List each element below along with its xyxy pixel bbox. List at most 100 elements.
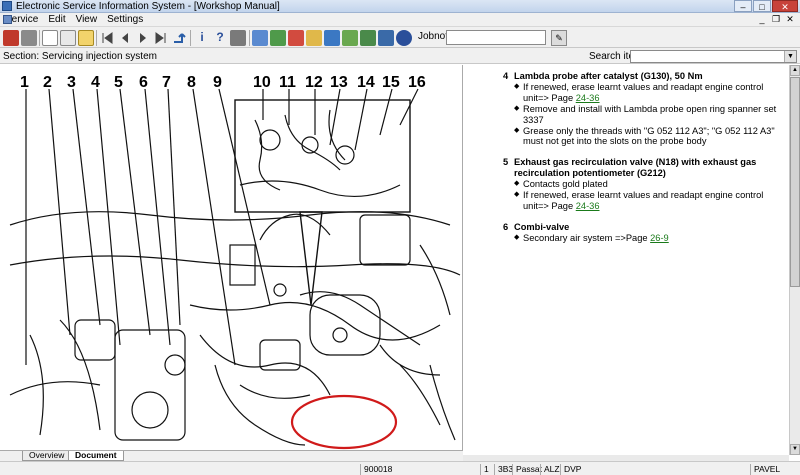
- settings-icon[interactable]: [230, 30, 246, 46]
- page-link[interactable]: 26-9: [650, 233, 669, 243]
- scroll-up-icon[interactable]: ▲: [790, 65, 800, 76]
- tab-overview[interactable]: Overview: [22, 451, 72, 461]
- last-page-icon[interactable]: [153, 30, 169, 46]
- section-title: Section: Servicing injection system: [3, 51, 157, 62]
- doc-minimize-button[interactable]: _: [756, 14, 768, 25]
- callout-2: 2: [43, 74, 52, 91]
- bullet-diamond-icon: ◆: [514, 180, 520, 188]
- item-title: Lambda probe after catalyst (G130), 50 N…: [514, 71, 703, 81]
- document-item: 6 Combi-valve ◆ Secondary air system =>Page…: [503, 222, 783, 244]
- status-engine: ALZ: [540, 464, 560, 475]
- callout-12: 12: [305, 74, 323, 91]
- next-page-icon[interactable]: [135, 30, 151, 46]
- status-model: Passat: [512, 464, 542, 475]
- jobnote-edit-icon[interactable]: ✎: [551, 30, 567, 46]
- callout-5: 5: [114, 74, 123, 91]
- previous-page-icon[interactable]: [117, 30, 133, 46]
- bullet-text-content: Grease only the threads with "G 052 112 …: [523, 125, 775, 147]
- bullet-text-content: Remove and install with Lambda probe ope…: [523, 103, 777, 125]
- scroll-down-icon[interactable]: ▼: [790, 444, 800, 455]
- scroll-thumb[interactable]: [790, 77, 800, 287]
- bullet-text-content: If renewed, erase learnt values and read…: [523, 190, 764, 211]
- bodywork-icon[interactable]: [342, 30, 358, 46]
- diagnosis-icon[interactable]: [288, 30, 304, 46]
- doc-close-button[interactable]: ✕: [784, 14, 796, 25]
- callout-1: 1: [20, 74, 29, 91]
- minimize-button[interactable]: –: [734, 0, 752, 12]
- bullet-diamond-icon: ◆: [514, 233, 520, 241]
- status-cell-1: 1: [480, 464, 494, 475]
- fluids-icon[interactable]: [324, 30, 340, 46]
- first-page-icon[interactable]: [99, 30, 115, 46]
- bullet-diamond-icon: ◆: [514, 104, 520, 112]
- window-titlebar: Electronic Service Information System - …: [0, 0, 800, 13]
- callout-13: 13: [330, 74, 348, 91]
- document-panel: 4 Lambda probe after catalyst (G130), 50 …: [463, 65, 789, 450]
- status-gearbox: DVP: [560, 464, 750, 475]
- item-number: 5: [503, 157, 509, 168]
- status-cell-2: 3B3: [494, 464, 513, 475]
- callout-9: 9: [213, 74, 222, 91]
- chevron-down-icon[interactable]: ▼: [784, 51, 796, 62]
- exit-icon[interactable]: [3, 30, 19, 46]
- bullet-row: ◆ Grease only the threads with "G 052 112…: [514, 126, 783, 148]
- jobnote-field[interactable]: [446, 30, 546, 45]
- bullet-text: Grease only the threads with "G 052 112 …: [523, 126, 783, 148]
- maintenance-icon[interactable]: [360, 30, 376, 46]
- menu-settings[interactable]: Settings: [102, 13, 148, 26]
- bullet-diamond-icon: ◆: [514, 126, 520, 134]
- status-code: 900018: [360, 464, 480, 475]
- callout-14: 14: [357, 74, 375, 91]
- close-button[interactable]: ✕: [772, 0, 798, 12]
- status-user: PAVEL: [750, 464, 800, 475]
- doc-restore-button[interactable]: ❐: [770, 14, 782, 25]
- bullet-text: Contacts gold plated: [523, 179, 608, 190]
- search-item-select[interactable]: ▼: [630, 50, 797, 63]
- back-icon[interactable]: [171, 30, 187, 46]
- vertical-scrollbar[interactable]: ▲ ▼: [789, 65, 800, 455]
- info-icon[interactable]: i: [194, 30, 210, 46]
- app-icon: [2, 1, 12, 11]
- bullet-text-content: Contacts gold plated: [523, 179, 608, 190]
- repair-icon[interactable]: [270, 30, 286, 46]
- callout-15: 15: [382, 74, 400, 91]
- wiring-icon[interactable]: [306, 30, 322, 46]
- bullet-text: Remove and install with Lambda probe ope…: [523, 104, 783, 126]
- menu-edit[interactable]: Edit: [43, 13, 70, 26]
- menu-view[interactable]: View: [71, 13, 103, 26]
- bullet-row: ◆ Contacts gold plated: [514, 179, 783, 190]
- document-item: 5 Exhaust gas recirculation valve (N18) w…: [503, 157, 783, 212]
- folder-icon[interactable]: [78, 30, 94, 46]
- callout-16: 16: [408, 74, 426, 91]
- bullet-diamond-icon: ◆: [514, 191, 520, 199]
- engine-diagram: 1 2 3 4 5 6 7 8 9 10 11 12 13 14 15 16: [9, 74, 461, 450]
- page-link[interactable]: 24-36: [576, 201, 600, 211]
- tools-icon[interactable]: [252, 30, 268, 46]
- page-link[interactable]: 24-36: [576, 93, 600, 103]
- bullet-text-content: Secondary air system =>Page: [523, 232, 651, 243]
- globe-icon[interactable]: [396, 30, 412, 46]
- new-document-icon[interactable]: [42, 30, 58, 46]
- callout-3: 3: [67, 74, 76, 91]
- item-title: Combi-valve: [514, 221, 570, 232]
- toolbar: i ? Jobnote: ✎: [0, 26, 800, 48]
- document-item: 4 Lambda probe after catalyst (G130), 50 …: [503, 71, 783, 147]
- callout-6: 6: [139, 74, 148, 91]
- bullet-row: ◆ Remove and install with Lambda probe op…: [514, 104, 783, 126]
- bullet-text: If renewed, erase learnt values and read…: [523, 82, 783, 104]
- bullet-row: ◆ If renewed, erase learnt values and rea…: [514, 82, 783, 104]
- item-title: Exhaust gas recirculation valve (N18) wi…: [514, 157, 757, 179]
- document-item-heading: 6 Combi-valve: [503, 222, 783, 233]
- vehicle-icon[interactable]: [378, 30, 394, 46]
- item-number: 6: [503, 221, 509, 232]
- callout-11: 11: [279, 74, 296, 91]
- print-icon[interactable]: [21, 30, 37, 46]
- tab-document[interactable]: Document: [68, 451, 124, 461]
- bullet-row: ◆ Secondary air system =>Page 26-9: [514, 233, 783, 244]
- callout-4: 4: [91, 74, 100, 91]
- maximize-button[interactable]: □: [753, 0, 771, 12]
- copy-icon[interactable]: [60, 30, 76, 46]
- callout-10: 10: [253, 74, 271, 91]
- callout-8: 8: [187, 74, 196, 91]
- help-icon[interactable]: ?: [212, 30, 228, 46]
